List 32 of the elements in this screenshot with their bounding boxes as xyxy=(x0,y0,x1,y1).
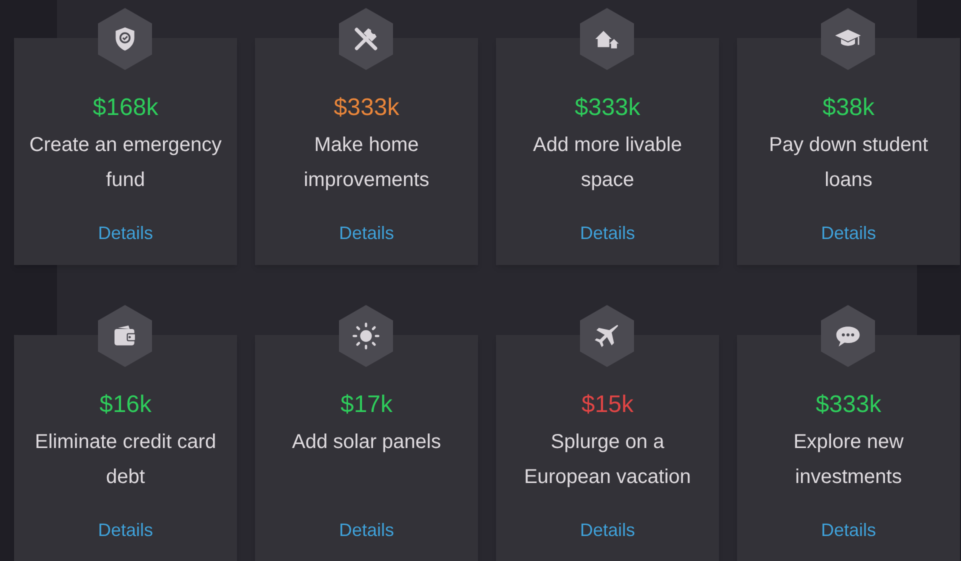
details-link[interactable]: Details xyxy=(820,516,876,544)
details-link[interactable]: Details xyxy=(98,516,154,544)
goal-amount: $17k xyxy=(340,390,393,420)
hexagon-badge xyxy=(580,8,634,70)
goal-title: Add solar panels xyxy=(292,431,441,453)
hexagon-badge xyxy=(580,305,634,367)
tools-icon xyxy=(352,25,380,53)
hexagon-badge xyxy=(339,305,393,367)
hexagon-badge xyxy=(339,8,393,70)
goal-amount: $168k xyxy=(92,93,158,123)
details-link[interactable]: Details xyxy=(338,219,394,247)
details-link[interactable]: Details xyxy=(820,219,876,247)
goal-title: Make home improvements xyxy=(304,134,430,191)
details-link[interactable]: Details xyxy=(580,516,636,544)
goal-amount: $333k xyxy=(574,93,640,123)
details-link[interactable]: Details xyxy=(338,516,394,544)
goal-title: Create an emergency fund xyxy=(29,134,222,191)
goal-title: Pay down student loans xyxy=(769,134,928,191)
goal-amount: $16k xyxy=(99,390,152,420)
goal-amount: $38k xyxy=(822,93,875,123)
goal-title: Add more livable space xyxy=(533,134,682,191)
goal-amount: $333k xyxy=(334,93,400,123)
hexagon-badge xyxy=(821,8,875,70)
details-link[interactable]: Details xyxy=(98,219,154,247)
airplane-icon xyxy=(593,322,621,350)
details-link[interactable]: Details xyxy=(580,219,636,247)
goal-amount: $333k xyxy=(816,390,882,420)
goal-title: Eliminate credit card debt xyxy=(34,431,216,488)
goal-title: Explore new investments xyxy=(793,431,904,488)
goal-amount: $15k xyxy=(581,390,634,420)
sun-icon xyxy=(352,322,380,350)
goal-title: Splurge on a European vacation xyxy=(524,431,691,488)
